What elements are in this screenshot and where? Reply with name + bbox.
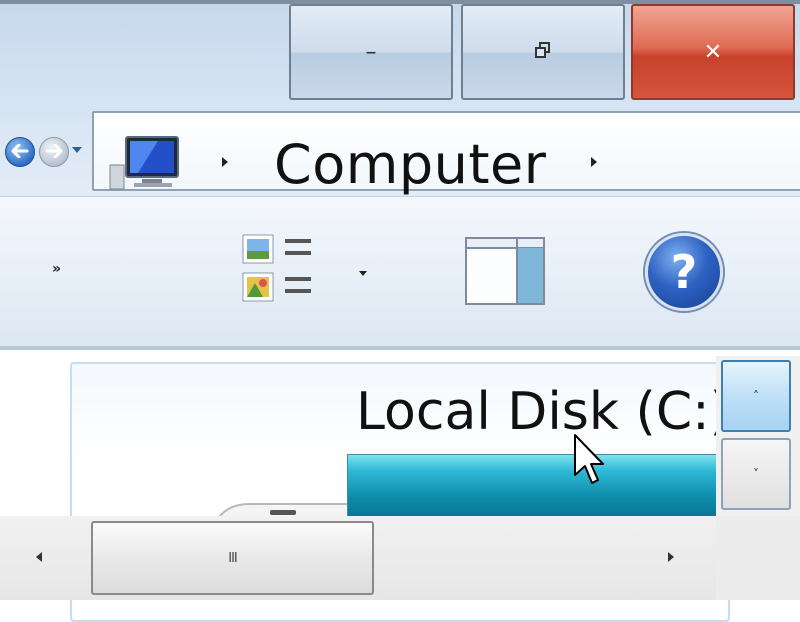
help-icon: ? — [670, 245, 698, 299]
overflow-chevron-icon[interactable]: » — [52, 261, 61, 277]
command-bar: » ? — [0, 196, 800, 350]
forward-button[interactable] — [39, 137, 69, 167]
breadcrumb-separator-arrow[interactable] — [222, 157, 228, 167]
back-arrow-icon — [11, 143, 29, 162]
restore-icon — [534, 41, 552, 63]
recent-pages-dropdown[interactable] — [72, 147, 82, 153]
back-button[interactable] — [5, 137, 35, 167]
chevron-down-icon: ˅ — [753, 467, 759, 481]
preview-pane-icon — [465, 237, 545, 305]
close-button[interactable]: ✕ — [631, 4, 795, 100]
close-icon: ✕ — [703, 39, 723, 65]
chevron-up-icon: ˄ — [753, 389, 759, 403]
window-chrome: – ✕ Computer — [0, 0, 800, 200]
drive-usage-bar — [347, 454, 719, 518]
computer-icon — [108, 135, 182, 191]
minimize-icon: – — [365, 39, 377, 65]
change-view-dropdown[interactable] — [359, 271, 367, 276]
grip-icon: III — [228, 550, 237, 566]
horizontal-scrollbar[interactable]: III — [0, 516, 716, 600]
scroll-down-button[interactable]: ˅ — [721, 438, 791, 510]
mouse-pointer-icon — [573, 433, 605, 487]
address-bar[interactable]: Computer — [92, 111, 800, 196]
forward-arrow-icon — [45, 143, 63, 162]
scroll-up-button[interactable]: ˄ — [721, 360, 791, 432]
scroll-right-icon[interactable] — [668, 552, 674, 562]
vertical-scrollbar[interactable]: ˄ ˅ — [716, 356, 800, 516]
breadcrumb-children-arrow[interactable] — [591, 157, 597, 167]
drive-label[interactable]: Local Disk (C:) — [356, 382, 730, 442]
breadcrumb-computer[interactable]: Computer — [274, 133, 546, 196]
views-icon — [242, 234, 311, 302]
change-view-button[interactable] — [241, 233, 319, 305]
preview-pane-button[interactable] — [465, 237, 545, 305]
horizontal-scroll-thumb[interactable]: III — [91, 521, 374, 595]
minimize-button[interactable]: – — [289, 4, 453, 100]
restore-button[interactable] — [461, 4, 625, 100]
scroll-left-icon[interactable] — [36, 552, 42, 562]
scrollbar-corner — [716, 516, 800, 600]
help-button[interactable]: ? — [645, 233, 723, 311]
